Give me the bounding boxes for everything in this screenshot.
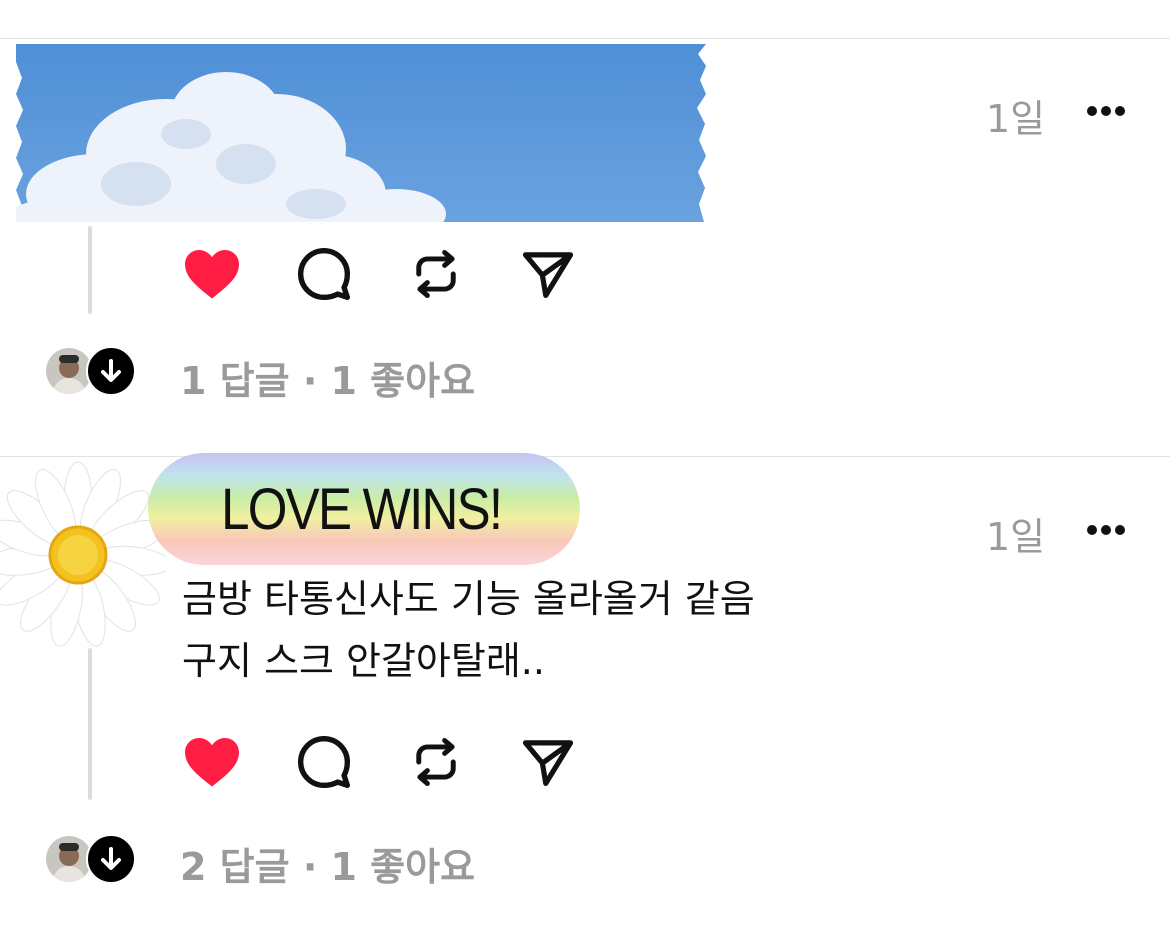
- repost-icon: [416, 249, 456, 299]
- love-wins-text: LOVE WINS!: [220, 476, 503, 542]
- comment-button[interactable]: [294, 732, 354, 792]
- thread-line: [88, 648, 92, 800]
- post-text-line: 구지 스크 안갈아탈래..: [182, 639, 545, 683]
- heart-icon: [185, 249, 239, 299]
- post-stats[interactable]: 1 답글 · 1 좋아요: [180, 350, 475, 405]
- post-stats[interactable]: 2 답글 · 1 좋아요: [180, 836, 475, 891]
- love-wins-badge: LOVE WINS!: [148, 453, 580, 565]
- repost-button[interactable]: [406, 732, 466, 792]
- download-icon: [86, 346, 136, 396]
- post-text-line: 금방 타통신사도 기능 올라올거 같음: [182, 577, 755, 621]
- post-time: 1일: [986, 515, 1046, 559]
- cloud-sky-image[interactable]: [16, 44, 706, 222]
- send-icon: [522, 252, 574, 298]
- daisy-avatar[interactable]: [0, 460, 172, 650]
- reply-avatars[interactable]: [46, 834, 136, 888]
- post-actions: [182, 244, 578, 304]
- post-time: 1일: [986, 97, 1046, 141]
- post-divider: [0, 456, 1170, 457]
- more-horizontal-icon[interactable]: [1086, 102, 1130, 116]
- post-actions: [182, 732, 578, 792]
- comment-icon: [297, 247, 351, 301]
- top-divider: [0, 38, 1170, 39]
- thread-line: [88, 226, 92, 314]
- more-horizontal-icon[interactable]: [1086, 521, 1130, 535]
- like-button[interactable]: [182, 732, 242, 792]
- like-button[interactable]: [182, 244, 242, 304]
- share-button[interactable]: [518, 732, 578, 792]
- download-icon: [86, 834, 136, 884]
- comment-icon: [297, 735, 351, 789]
- share-button[interactable]: [518, 244, 578, 304]
- comment-button[interactable]: [294, 244, 354, 304]
- repost-button[interactable]: [406, 244, 466, 304]
- heart-icon: [185, 737, 239, 787]
- repost-icon: [416, 737, 456, 787]
- send-icon: [522, 740, 574, 786]
- post-text: 금방 타통신사도 기능 올라올거 같음 구지 스크 안갈아탈래..: [182, 568, 755, 692]
- reply-avatars[interactable]: [46, 346, 136, 400]
